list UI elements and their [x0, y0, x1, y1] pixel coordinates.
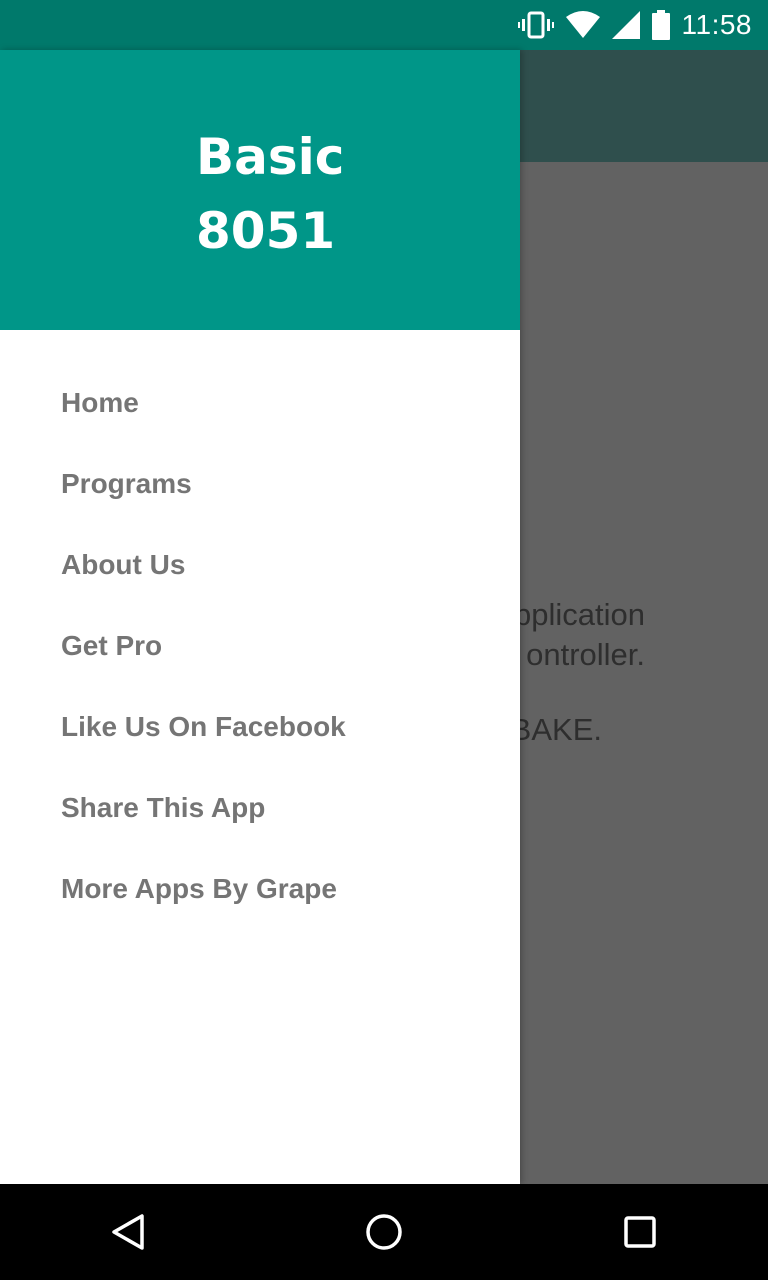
status-time: 11:58: [681, 9, 752, 40]
drawer-title-line2: 8051: [196, 202, 336, 260]
menu-item-programs[interactable]: Programs: [0, 443, 520, 524]
screen: 11:58 51 pplication ontroller. BAKE. Bas…: [0, 0, 768, 1280]
status-bar: 11:58: [0, 0, 768, 50]
home-icon: [366, 1214, 402, 1250]
drawer-title-line1: Basic: [196, 128, 345, 186]
battery-icon: [651, 10, 670, 40]
vibrate-icon: [517, 11, 554, 39]
back-button[interactable]: [78, 1184, 178, 1280]
drawer-menu: Home Programs About Us Get Pro Like Us O…: [0, 330, 520, 929]
menu-item-more-apps[interactable]: More Apps By Grape: [0, 848, 520, 929]
menu-item-like-facebook[interactable]: Like Us On Facebook: [0, 686, 520, 767]
drawer-title: Basic 8051: [196, 120, 344, 268]
system-nav-bar: [0, 1184, 768, 1280]
back-icon: [112, 1214, 144, 1250]
home-button[interactable]: [334, 1184, 434, 1280]
wifi-icon: [565, 11, 600, 38]
status-icons: 11:58: [517, 0, 753, 50]
menu-item-get-pro[interactable]: Get Pro: [0, 605, 520, 686]
drawer-header: Basic 8051: [0, 50, 520, 330]
navigation-drawer: Basic 8051 Home Programs About Us Get Pr…: [0, 50, 520, 1184]
recents-icon: [624, 1216, 656, 1248]
recents-button[interactable]: [590, 1184, 690, 1280]
signal-icon: [611, 11, 640, 39]
menu-item-home[interactable]: Home: [0, 362, 520, 443]
menu-item-share-app[interactable]: Share This App: [0, 767, 520, 848]
menu-item-about-us[interactable]: About Us: [0, 524, 520, 605]
